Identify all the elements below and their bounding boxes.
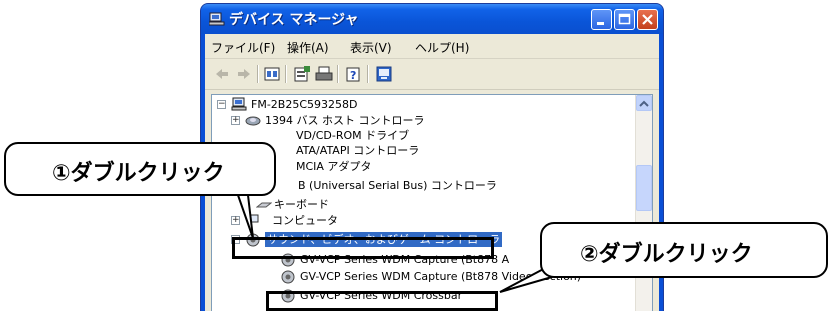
callout-step1: ①ダブルクリック	[4, 142, 276, 196]
callout-step1-text: ①ダブルクリック	[52, 161, 225, 186]
callout-step2: ②ダブルクリック	[540, 222, 828, 278]
callout-step2-text: ②ダブルクリック	[580, 242, 753, 267]
